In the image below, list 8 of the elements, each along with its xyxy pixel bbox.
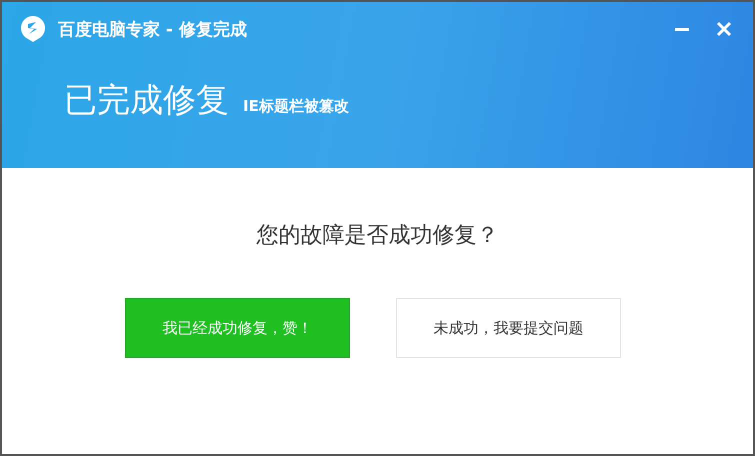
- question-text: 您的故障是否成功修复？: [256, 222, 498, 250]
- issue-subtitle: IE标题栏被篡改: [243, 97, 349, 116]
- status-heading: 已完成修复: [64, 79, 229, 121]
- close-icon: [716, 21, 732, 37]
- minimize-icon: [674, 28, 690, 30]
- report-button[interactable]: 未成功，我要提交问题: [396, 298, 621, 358]
- logo-icon: [20, 15, 46, 43]
- window-title: 百度电脑专家 - 修复完成: [58, 18, 248, 40]
